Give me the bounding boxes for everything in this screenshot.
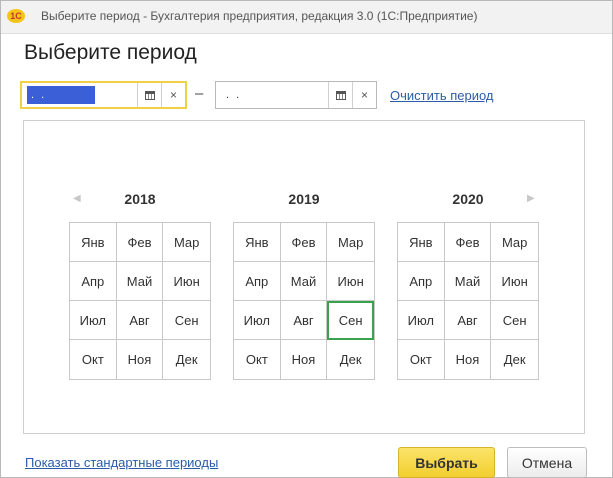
start-date-calendar-button[interactable]: [137, 83, 161, 107]
end-date-field[interactable]: . . ×: [215, 81, 377, 109]
year-label-2019: 2019: [288, 191, 320, 207]
month-cell[interactable]: Сен: [163, 301, 210, 340]
month-cell[interactable]: Июн: [491, 262, 538, 301]
month-cell[interactable]: Янв: [398, 223, 445, 262]
month-cell[interactable]: Дек: [491, 340, 538, 379]
month-cell[interactable]: Мар: [327, 223, 374, 262]
end-date-calendar-button[interactable]: [328, 82, 352, 108]
end-date-input[interactable]: . .: [222, 86, 245, 104]
month-grid-2019: Янв Фев Мар Апр Май Июн Июл Авг Сен Окт …: [233, 222, 375, 380]
end-date-clear-button[interactable]: ×: [352, 82, 376, 108]
title-bar: 1С Выберите период - Бухгалтерия предпри…: [1, 1, 612, 34]
month-cell[interactable]: Апр: [70, 262, 117, 301]
month-cell[interactable]: Янв: [234, 223, 281, 262]
month-cell[interactable]: Апр: [398, 262, 445, 301]
month-cell[interactable]: Фев: [116, 223, 164, 262]
month-cell[interactable]: Авг: [116, 301, 164, 340]
month-cell[interactable]: Дек: [163, 340, 210, 379]
close-icon: ×: [360, 88, 368, 102]
month-cell[interactable]: Май: [280, 262, 328, 301]
calendar-icon: [144, 90, 155, 100]
calendar-icon: [335, 90, 346, 100]
month-cell[interactable]: Мар: [163, 223, 210, 262]
month-cell[interactable]: Ноя: [445, 340, 492, 379]
month-cell[interactable]: Июн: [163, 262, 210, 301]
month-cell[interactable]: Янв: [70, 223, 117, 262]
month-cell[interactable]: Июл: [234, 301, 281, 340]
month-cell[interactable]: Фев: [444, 223, 492, 262]
month-cell[interactable]: Июл: [398, 301, 445, 340]
month-cell[interactable]: Окт: [234, 340, 281, 379]
month-grid-2018: Янв Фев Мар Апр Май Июн Июл Авг Сен Окт …: [69, 222, 211, 380]
app-logo-icon: 1С: [7, 9, 25, 23]
page-title: Выберите период: [24, 41, 197, 64]
select-button[interactable]: Выбрать: [398, 447, 495, 478]
month-cell[interactable]: Дек: [327, 340, 374, 379]
year-label-2018: 2018: [124, 191, 156, 207]
month-cell[interactable]: Ноя: [117, 340, 164, 379]
month-cell[interactable]: Ноя: [281, 340, 328, 379]
month-cell-selected[interactable]: Сен: [327, 301, 374, 340]
year-label-2020: 2020: [452, 191, 484, 207]
start-date-field[interactable]: . . ×: [20, 81, 187, 109]
cancel-button[interactable]: Отмена: [507, 447, 587, 478]
month-cell[interactable]: Авг: [444, 301, 492, 340]
window-title: Выберите период - Бухгалтерия предприяти…: [41, 9, 478, 23]
month-cell[interactable]: Окт: [398, 340, 445, 379]
month-cell[interactable]: Сен: [491, 301, 538, 340]
show-standard-periods-link[interactable]: Показать стандартные периоды: [25, 455, 218, 470]
period-separator: –: [195, 85, 204, 102]
month-cell[interactable]: Фев: [280, 223, 328, 262]
start-date-clear-button[interactable]: ×: [161, 83, 185, 107]
month-cell[interactable]: Апр: [234, 262, 281, 301]
month-cell[interactable]: Окт: [70, 340, 117, 379]
month-cell[interactable]: Май: [444, 262, 492, 301]
month-grid-2020: Янв Фев Мар Апр Май Июн Июл Авг Сен Окт …: [397, 222, 539, 380]
month-cell[interactable]: Июн: [327, 262, 374, 301]
close-icon: ×: [169, 88, 177, 102]
month-cell[interactable]: Мар: [491, 223, 538, 262]
start-date-input[interactable]: . .: [27, 86, 95, 104]
clear-period-link[interactable]: Очистить период: [390, 88, 494, 103]
month-cell[interactable]: Авг: [280, 301, 328, 340]
month-cell[interactable]: Июл: [70, 301, 117, 340]
month-cell[interactable]: Май: [116, 262, 164, 301]
